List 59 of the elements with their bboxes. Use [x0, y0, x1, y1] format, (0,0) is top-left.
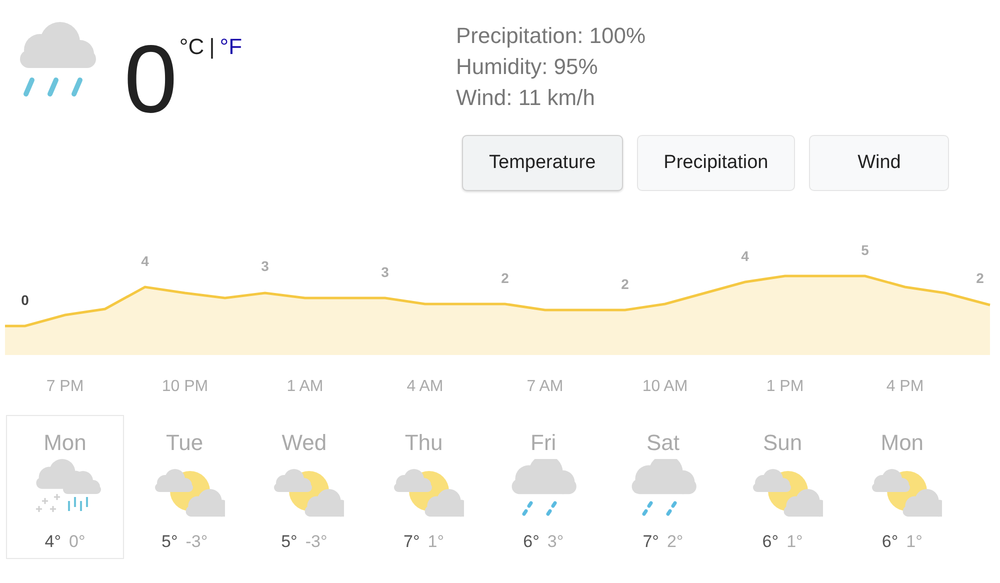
- weather-detail: Wind: 11 km/h: [456, 84, 596, 112]
- high-temperature: 7°: [404, 531, 420, 553]
- current-temperature: 0: [124, 32, 178, 128]
- day-name: Sun: [762, 429, 802, 457]
- temperature-label: 2: [621, 276, 629, 292]
- temperature-label: 0: [21, 292, 29, 308]
- forecast-day[interactable]: Mon 4° 0°: [6, 415, 124, 559]
- temperature-label: 2: [976, 270, 984, 286]
- weather-detail: Precipitation: 100%: [456, 22, 647, 50]
- forecast-day[interactable]: Thu 7° 1°: [364, 415, 483, 559]
- chart-tab[interactable]: Wind: [809, 135, 950, 191]
- high-temperature: 6°: [523, 531, 540, 553]
- forecast-day[interactable]: Wed 5° -3°: [245, 415, 364, 559]
- time-label: 1 PM: [766, 378, 804, 395]
- time-label: 4 PM: [886, 378, 924, 395]
- chart-tab[interactable]: Temperature: [462, 135, 623, 191]
- high-temperature: 5°: [162, 531, 178, 553]
- unit-toggle[interactable]: °F: [220, 30, 242, 63]
- forecast-day[interactable]: Fri 6° 3°: [484, 415, 602, 559]
- low-temperature: 3°: [547, 531, 564, 553]
- low-temperature: 1°: [786, 531, 803, 553]
- high-temperature: 7°: [642, 531, 659, 553]
- unit-toggle[interactable]: °C: [179, 30, 204, 63]
- time-label: 7 PM: [46, 378, 84, 395]
- low-temperature: 0°: [69, 531, 86, 553]
- forecast-day[interactable]: Tue 5° -3°: [126, 415, 244, 559]
- time-label: 10 AM: [642, 378, 688, 395]
- low-temperature: -3°: [305, 531, 328, 553]
- temperature-label: 4: [141, 253, 149, 269]
- low-temperature: 2°: [666, 531, 684, 553]
- day-name: Mon: [880, 429, 924, 457]
- temperature-label: 4: [741, 248, 749, 264]
- high-temperature: 4°: [44, 531, 61, 553]
- low-temperature: 1°: [906, 531, 922, 553]
- day-name: Tue: [166, 429, 204, 457]
- time-label: 4 AM: [406, 378, 444, 395]
- forecast-day[interactable]: Mon 6° 1°: [843, 415, 962, 559]
- day-name: Sat: [646, 429, 680, 457]
- temperature-label: 5: [861, 242, 869, 258]
- temperature-label: 3: [381, 264, 389, 280]
- day-name: Mon: [44, 429, 86, 457]
- forecast-day[interactable]: Sun 6° 1°: [724, 415, 842, 559]
- unit-separator: |: [209, 33, 215, 61]
- time-label: 10 PM: [162, 378, 208, 395]
- low-temperature: -3°: [186, 531, 208, 553]
- forecast-day[interactable]: Sat 7° 2°: [604, 415, 722, 559]
- chart-tab[interactable]: Precipitation: [636, 135, 796, 191]
- weather-detail: Humidity: 95%: [456, 53, 599, 81]
- time-label: 1 AM: [286, 378, 324, 395]
- temperature-label: 2: [501, 270, 509, 286]
- temperature-label: 3: [261, 258, 269, 274]
- day-name: Thu: [404, 429, 443, 457]
- high-temperature: 6°: [762, 531, 779, 553]
- time-label: 7 AM: [526, 378, 564, 395]
- low-temperature: 1°: [428, 531, 444, 553]
- day-name: Fri: [530, 429, 556, 457]
- high-temperature: 6°: [882, 531, 898, 553]
- day-name: Wed: [282, 429, 327, 457]
- high-temperature: 5°: [281, 531, 298, 553]
